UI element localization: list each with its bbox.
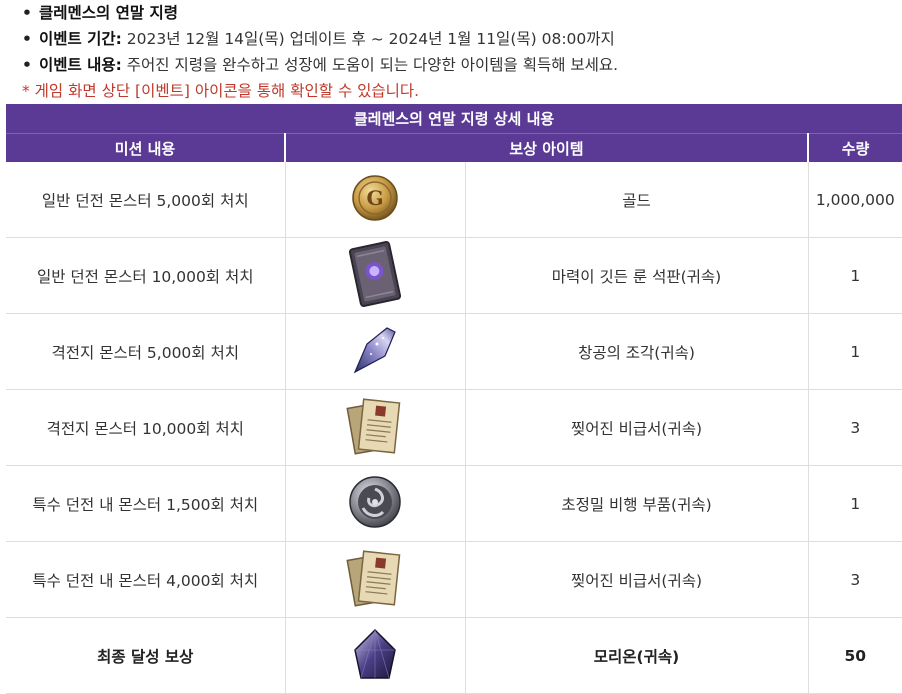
event-period-value: 2023년 12월 14일(목) 업데이트 후 ~ 2024년 1월 11일(목… — [121, 30, 615, 48]
mission-cell: 일반 던전 몬스터 10,000회 처치 — [6, 237, 285, 314]
reward-icon-cell: G — [284, 162, 465, 238]
creation-shard-icon — [347, 322, 403, 382]
bullet: • — [22, 30, 32, 48]
torn-scroll-icon — [345, 393, 405, 463]
reward-item-cell: 찢어진 비급서(귀속) — [464, 541, 808, 618]
reward-icon-cell — [284, 541, 465, 618]
table-row: 격전지 몬스터 10,000회 처치 찢어진 비급서(귀속) 3 — [6, 389, 902, 466]
table-row: 일반 던전 몬스터 5,000회 처치 G 골드 1,000,000 — [6, 162, 902, 238]
reward-item-cell: 초정밀 비행 부품(귀속) — [464, 465, 808, 542]
mission-cell: 특수 던전 내 몬스터 4,000회 처치 — [6, 541, 285, 618]
rune-tablet-icon — [343, 239, 407, 313]
gold-coin-icon: G — [350, 173, 400, 227]
event-notice: * 게임 화면 상단 [이벤트] 아이콘을 통해 확인할 수 있습니다. — [22, 82, 420, 100]
event-period-line: • 이벤트 기간: 2023년 12월 14일(목) 업데이트 후 ~ 2024… — [22, 26, 892, 52]
header-quantity: 수량 — [806, 133, 902, 162]
quantity-cell: 1 — [807, 237, 902, 314]
bullet: • — [22, 56, 32, 74]
reward-item-cell: 모리온(귀속) — [464, 617, 808, 694]
event-content-label: 이벤트 내용: — [38, 56, 122, 74]
mission-cell: 특수 던전 내 몬스터 1,500회 처치 — [6, 465, 285, 542]
event-info: • 클레멘스의 연말 지령 • 이벤트 기간: 2023년 12월 14일(목)… — [22, 0, 892, 104]
event-title-line: • 클레멘스의 연말 지령 — [22, 0, 892, 26]
reward-icon-cell — [284, 465, 465, 542]
header-mission: 미션 내용 — [6, 133, 285, 162]
reward-icon-cell — [284, 617, 465, 694]
quantity-cell: 1,000,000 — [807, 162, 902, 238]
morion-crystal-icon — [345, 626, 405, 686]
svg-text:G: G — [366, 186, 383, 210]
reward-item-cell: 창공의 조각(귀속) — [464, 313, 808, 390]
table-row: 특수 던전 내 몬스터 1,500회 처치 초정밀 비행 부품(귀속) 1 — [6, 465, 902, 542]
reward-icon-cell — [284, 389, 465, 466]
quantity-cell: 3 — [807, 389, 902, 466]
quantity-cell: 50 — [807, 617, 902, 694]
reward-item-cell: 찢어진 비급서(귀속) — [464, 389, 808, 466]
table-row: 일반 던전 몬스터 10,000회 처치 마력이 깃든 룬 석판(귀속) 1 — [6, 237, 902, 314]
reward-icon-cell — [284, 237, 465, 314]
reward-item-cell: 마력이 깃든 룬 석판(귀속) — [464, 237, 808, 314]
table-row: 격전지 몬스터 5,000회 처치 창공의 조각(귀속) 1 — [6, 313, 902, 390]
event-content-line: • 이벤트 내용: 주어진 지령을 완수하고 성장에 도움이 되는 다양한 아이… — [22, 52, 892, 78]
mission-cell: 일반 던전 몬스터 5,000회 처치 — [6, 162, 285, 238]
reward-icon-cell — [284, 313, 465, 390]
table-title: 클레멘스의 연말 지령 상세 내용 — [6, 104, 902, 134]
header-reward: 보상 아이템 — [284, 133, 808, 162]
mission-table: 클레멘스의 연말 지령 상세 내용 미션 내용 보상 아이템 수량 일반 던전 … — [6, 104, 902, 694]
quantity-cell: 3 — [807, 541, 902, 618]
event-title: 클레멘스의 연말 지령 — [38, 4, 179, 22]
quantity-cell: 1 — [807, 313, 902, 390]
reward-item-cell: 골드 — [464, 162, 808, 238]
mission-cell: 최종 달성 보상 — [6, 617, 285, 694]
event-period-label: 이벤트 기간: — [38, 30, 122, 48]
mission-cell: 격전지 몬스터 5,000회 처치 — [6, 313, 285, 390]
table-row: 특수 던전 내 몬스터 4,000회 처치 찢어진 비급서(귀속) 3 — [6, 541, 902, 618]
quantity-cell: 1 — [807, 465, 902, 542]
table-row: 최종 달성 보상 모리온(귀속) 50 — [6, 617, 902, 694]
torn-scroll-icon — [345, 545, 405, 615]
event-content-value: 주어진 지령을 완수하고 성장에 도움이 되는 다양한 아이템을 획득해 보세요… — [121, 56, 619, 74]
precision-part-icon — [347, 474, 403, 534]
bullet: • — [22, 4, 32, 22]
mission-cell: 격전지 몬스터 10,000회 처치 — [6, 389, 285, 466]
